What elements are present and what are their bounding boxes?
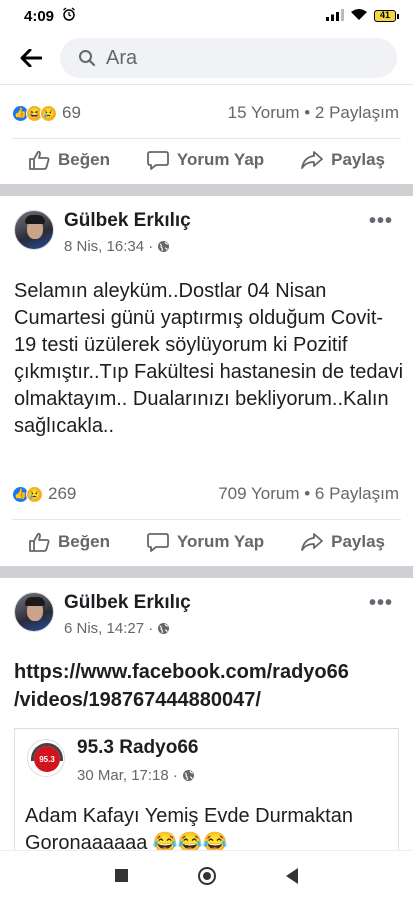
search-input[interactable]	[106, 46, 306, 70]
post-meta: 8 Nis, 16:34 ·	[64, 238, 170, 255]
status-time: 4:09	[24, 7, 55, 25]
reaction-summary[interactable]: 👍 😆 😢 69	[12, 103, 81, 123]
reaction-summary[interactable]: 👍 😢 269	[12, 484, 76, 504]
post-date[interactable]: 6 Nis, 14:27 ·	[64, 620, 153, 637]
stats-divider	[12, 138, 401, 139]
comment-icon	[147, 533, 169, 552]
more-options-button[interactable]: •••	[369, 592, 393, 615]
comment-icon	[147, 151, 169, 170]
thumbs-up-icon	[29, 532, 50, 552]
recent-apps-button[interactable]	[115, 869, 128, 882]
avatar[interactable]	[14, 210, 54, 250]
comments-shares-count[interactable]: 709 Yorum • 6 Paylaşım	[218, 484, 399, 504]
search-icon	[79, 50, 96, 67]
post-link[interactable]: https://www.facebook.com/radyo66 /videos…	[14, 658, 404, 714]
share-label: Paylaş	[331, 150, 385, 169]
back-button[interactable]	[16, 43, 46, 73]
share-icon	[301, 533, 324, 551]
post-actions-row: Beğen Yorum Yap Paylaş	[0, 522, 413, 562]
comment-label: Yorum Yap	[176, 150, 265, 169]
comments-shares-count[interactable]: 15 Yorum • 2 Paylaşım	[228, 103, 399, 123]
post-separator	[0, 566, 413, 578]
shared-post-card[interactable]: 95.3 95.3 Radyo66 30 Mar, 17:18 · Adam K…	[14, 728, 399, 858]
radio-logo[interactable]: 95.3	[27, 739, 65, 777]
wifi-icon	[350, 8, 368, 25]
like-label: Beğen	[58, 532, 110, 551]
header-divider	[0, 84, 413, 85]
sad-reaction-icon: 😢	[26, 485, 43, 503]
battery-level: 41	[374, 10, 396, 22]
sad-reaction-icon: 😢	[40, 104, 57, 122]
share-label: Paylaş	[331, 532, 385, 551]
search-box[interactable]	[60, 38, 397, 78]
post-link-line: https://www.facebook.com/radyo66	[14, 661, 349, 683]
post-author[interactable]: Gülbek Erkılıç	[64, 592, 191, 614]
post-stats-row: 👍 😢 269 709 Yorum • 6 Paylaşım	[0, 477, 413, 511]
globe-icon	[158, 623, 170, 634]
post-separator	[0, 184, 413, 196]
status-bar: 4:09 41	[0, 0, 413, 32]
comment-button[interactable]: Yorum Yap	[147, 150, 264, 170]
like-button[interactable]: Beğen	[28, 150, 110, 170]
post-actions-row: Beğen Yorum Yap Paylaş	[0, 140, 413, 180]
like-label: Beğen	[58, 150, 110, 169]
home-button[interactable]	[198, 866, 216, 885]
like-button[interactable]: Beğen	[28, 532, 110, 552]
shared-meta: 30 Mar, 17:18 ·	[77, 767, 195, 784]
arrow-left-icon	[20, 49, 42, 67]
comment-button[interactable]: Yorum Yap	[147, 532, 264, 552]
globe-icon	[182, 770, 194, 781]
post-header: Gülbek Erkılıç 6 Nis, 14:27 · •••	[0, 592, 413, 652]
post-text: Selamın aleyküm..Dostlar 04 Nisan Cumart…	[14, 280, 404, 437]
battery-icon: 41	[374, 10, 399, 22]
post-stats-row: 👍 😆 😢 69 15 Yorum • 2 Paylaşım	[0, 96, 413, 130]
alarm-icon	[62, 7, 76, 25]
globe-icon	[158, 241, 170, 252]
comment-label: Yorum Yap	[176, 532, 265, 551]
post-link-line: /videos/198767444880047/	[14, 689, 261, 711]
avatar[interactable]	[14, 592, 54, 632]
reaction-count: 69	[62, 103, 81, 122]
thumbs-up-icon	[29, 150, 50, 170]
post-date[interactable]: 8 Nis, 16:34 ·	[64, 238, 153, 255]
share-button[interactable]: Paylaş	[301, 150, 385, 170]
shared-author[interactable]: 95.3 Radyo66	[77, 737, 198, 759]
shared-date[interactable]: 30 Mar, 17:18 ·	[77, 767, 178, 784]
search-header	[0, 32, 413, 84]
signal-icon	[326, 8, 344, 25]
post-meta: 6 Nis, 14:27 ·	[64, 620, 170, 637]
system-back-button[interactable]	[286, 867, 298, 884]
shared-text: Adam Kafayı Yemiş Evde Durmaktan Goronaa…	[25, 805, 353, 854]
stats-divider	[12, 519, 401, 520]
reaction-count: 269	[48, 484, 77, 503]
share-icon	[301, 151, 324, 169]
system-nav-bar	[0, 850, 413, 900]
radio-logo-text: 95.3	[39, 755, 55, 764]
more-options-button[interactable]: •••	[369, 210, 393, 233]
post-author[interactable]: Gülbek Erkılıç	[64, 210, 191, 232]
post-header: Gülbek Erkılıç 8 Nis, 16:34 · •••	[0, 210, 413, 270]
share-button[interactable]: Paylaş	[301, 532, 385, 552]
